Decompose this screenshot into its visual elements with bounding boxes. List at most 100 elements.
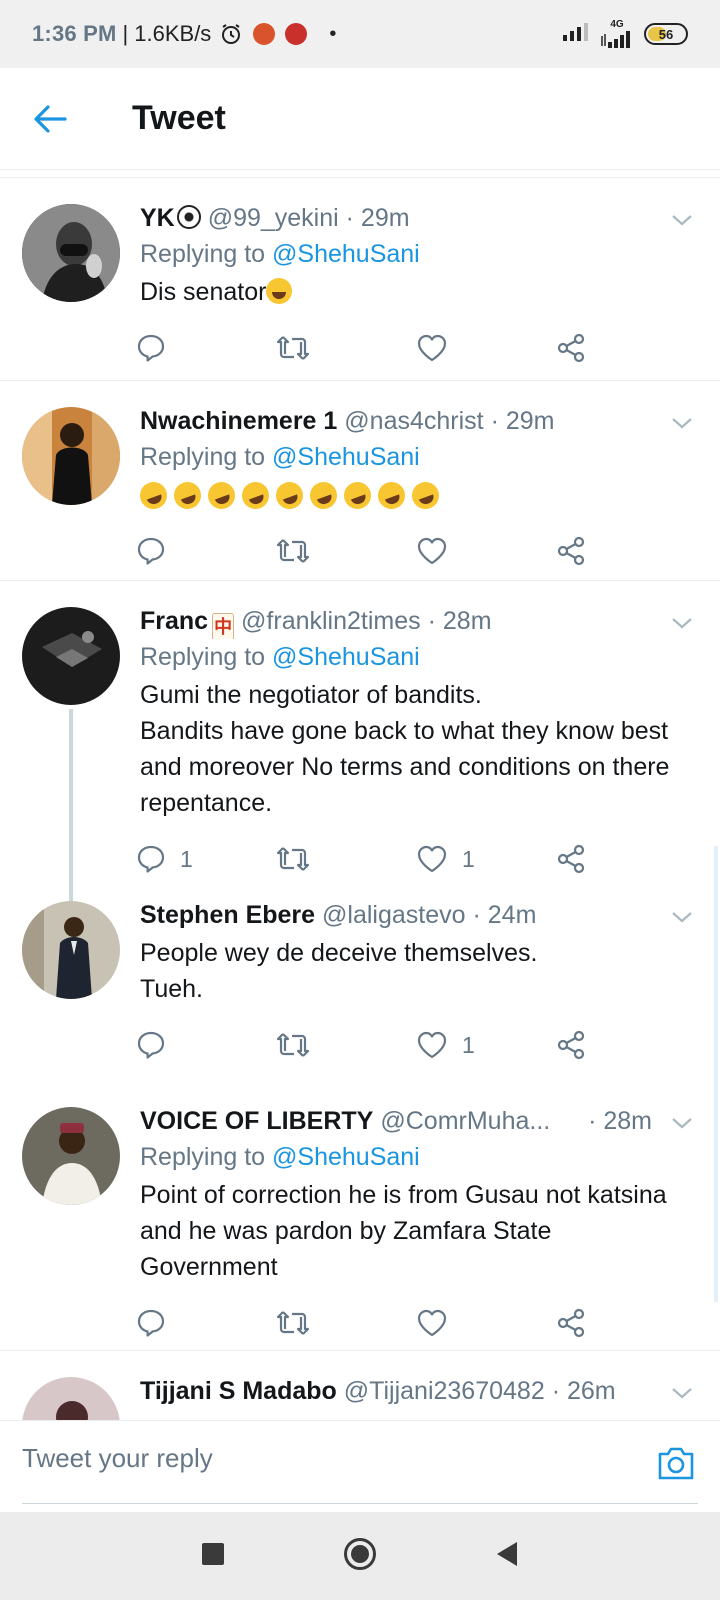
rolling-laughing-emoji-icon (136, 477, 171, 513)
retweet-button[interactable] (276, 844, 416, 874)
reply-icon (137, 537, 165, 565)
retweet-button[interactable] (276, 536, 416, 566)
avatar[interactable] (22, 1107, 120, 1205)
rolling-laughing-emoji-icon (408, 477, 443, 513)
share-button[interactable] (556, 333, 696, 363)
share-button[interactable] (556, 536, 696, 566)
like-button[interactable]: 1 (416, 844, 556, 874)
reply-count: 1 (180, 845, 193, 872)
back-button[interactable] (0, 68, 100, 170)
author-handle[interactable]: @franklin2times (241, 607, 421, 635)
system-nav-bar (0, 1512, 720, 1600)
chevron-down-icon[interactable] (670, 1111, 694, 1135)
rolling-laughing-emoji-icon (374, 477, 409, 513)
camera-button[interactable] (656, 1445, 696, 1486)
reply-input[interactable]: Tweet your reply (22, 1443, 213, 1474)
reply-button[interactable] (136, 536, 276, 566)
reply-thread: Franc 中 @franklin2times · 28m Replying to… (0, 581, 720, 1081)
replying-to-handle[interactable]: @ShehuSani (272, 1143, 420, 1171)
share-button[interactable] (556, 1308, 696, 1338)
arrow-left-icon (34, 104, 67, 133)
author-name[interactable]: VOICE OF LIBERTY (140, 1103, 373, 1139)
tweet-reply[interactable]: Nwachinemere 1 @nas4christ · 29m Replyin… (0, 381, 720, 581)
replies-feed[interactable]: YK @99_yekini · 29m Replying to @ShehuSa… (0, 170, 720, 1420)
chevron-down-icon[interactable] (670, 208, 694, 232)
retweet-icon (276, 847, 310, 871)
recents-square-icon (202, 1542, 224, 1565)
author-handle[interactable]: @nas4christ (344, 407, 483, 435)
avatar[interactable] (22, 407, 120, 505)
share-button[interactable] (556, 844, 696, 874)
battery-icon: 56 (644, 23, 688, 45)
camera-icon (658, 1447, 694, 1480)
tweet-time: · 24m (472, 901, 537, 929)
author-name[interactable]: Tijjani S Madabo (140, 1377, 337, 1405)
author-handle[interactable]: @Tijjani23670482 (344, 1377, 545, 1405)
author-name[interactable]: Stephen Ebere (140, 901, 315, 929)
tweet-reply[interactable]: VOICE OF LIBERTY @ComrMuha... · 28m Repl… (0, 1081, 720, 1351)
tweet-reply[interactable]: YK @99_yekini · 29m Replying to @ShehuSa… (0, 178, 720, 381)
tweet-actions: 1 1 (136, 821, 696, 897)
mahjong-tile-icon: 中 (212, 613, 235, 639)
tweet-time: · 28m (427, 607, 492, 635)
retweet-button[interactable] (276, 333, 416, 363)
scroll-indicator[interactable] (714, 846, 718, 1302)
retweet-button[interactable] (276, 1030, 416, 1060)
home-circle-icon (344, 1537, 376, 1570)
page-title: Tweet (132, 99, 226, 137)
author-name[interactable]: YK (140, 204, 175, 232)
author-name[interactable]: Nwachinemere 1 (140, 407, 337, 435)
tweet-actions (136, 310, 696, 386)
back-nav-button[interactable] (495, 1541, 519, 1572)
rolling-laughing-emoji-icon (306, 477, 341, 513)
home-button[interactable] (343, 1537, 377, 1576)
reply-button[interactable] (136, 333, 276, 363)
chevron-down-icon[interactable] (670, 611, 694, 635)
like-button[interactable] (416, 536, 556, 566)
tweet-reply[interactable]: Franc 中 @franklin2times · 28m Replying to… (0, 581, 720, 887)
avatar[interactable] (22, 1377, 120, 1420)
back-triangle-icon (497, 1541, 517, 1566)
app-notification-icon (285, 23, 308, 45)
heart-icon (417, 845, 447, 873)
author-handle[interactable]: @laligastevo (322, 901, 466, 929)
status-right: 4G 56 (562, 20, 688, 48)
reply-button[interactable] (136, 1308, 276, 1338)
like-count: 1 (462, 1031, 475, 1058)
tweet-time: · 29m (345, 204, 410, 232)
chevron-down-icon[interactable] (670, 905, 694, 929)
replying-to-handle[interactable]: @ShehuSani (272, 443, 420, 471)
author-name[interactable]: Franc (140, 607, 208, 635)
chevron-down-icon[interactable] (670, 1381, 694, 1405)
heart-icon (417, 334, 447, 362)
tweet-body: Point of correction he is from Gusau not… (140, 1181, 667, 1281)
like-button[interactable] (416, 1308, 556, 1338)
tweet-time: · 26m (551, 1377, 616, 1405)
share-button[interactable] (556, 1030, 696, 1060)
reply-button[interactable] (136, 1030, 276, 1060)
tweet-body: People wey de deceive themselves. Tueh. (140, 939, 538, 1003)
tweet-actions: 1 (136, 1007, 696, 1083)
retweet-button[interactable] (276, 1308, 416, 1338)
input-underline (22, 1503, 698, 1504)
tweet-reply[interactable]: Stephen Ebere @laligastevo · 24m People … (0, 887, 720, 1081)
replying-to-handle[interactable]: @ShehuSani (272, 643, 420, 671)
tweet-body: Dis senator (140, 278, 267, 306)
like-button[interactable]: 1 (416, 1030, 556, 1060)
avatar[interactable] (22, 607, 120, 705)
avatar[interactable] (22, 204, 120, 302)
avatar[interactable] (22, 901, 120, 999)
chevron-down-icon[interactable] (670, 411, 694, 435)
recents-button[interactable] (201, 1542, 225, 1571)
replying-to-handle[interactable]: @ShehuSani (272, 240, 420, 268)
tweet-header: Franc 中 @franklin2times · 28m (140, 603, 696, 639)
tweet-header: Stephen Ebere @laligastevo · 24m (140, 897, 696, 933)
tweet-reply[interactable]: Tijjani S Madabo @Tijjani23670482 · 26m (0, 1351, 720, 1420)
share-icon (557, 1308, 585, 1338)
replying-to-label: Replying to (140, 643, 266, 671)
reply-button[interactable]: 1 (136, 844, 276, 874)
replying-to: Replying to @ShehuSani (140, 1139, 696, 1175)
author-handle[interactable]: @ComrMuha... (380, 1103, 550, 1139)
like-button[interactable] (416, 333, 556, 363)
author-handle[interactable]: @99_yekini (208, 204, 339, 232)
